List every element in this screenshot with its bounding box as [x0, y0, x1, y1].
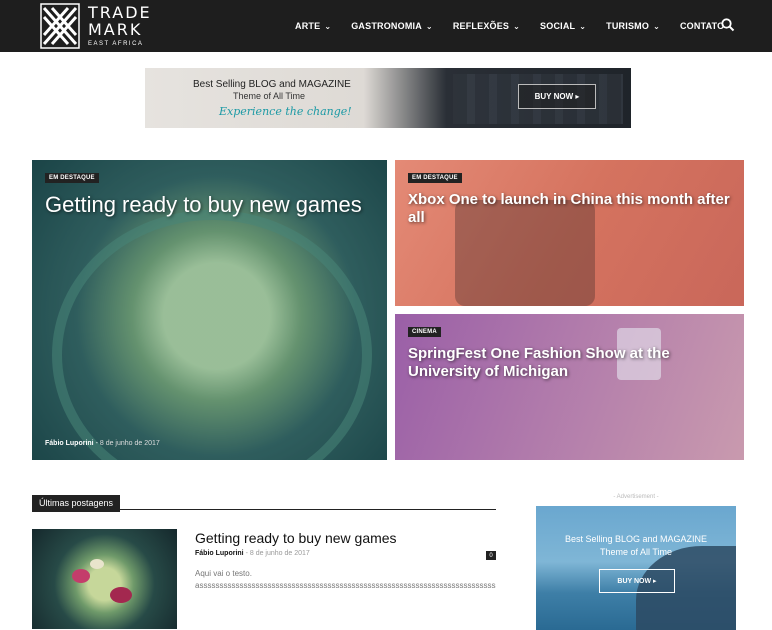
- chevron-down-icon: ⌄: [425, 21, 433, 31]
- block-title: Últimas postagens: [32, 495, 121, 512]
- post-meta: Fábio Luporini - 8 de junho de 2017: [195, 550, 310, 557]
- featured-title[interactable]: Xbox One to launch in China this month a…: [408, 191, 738, 227]
- featured-post-bottom-right[interactable]: CINEMA SpringFest One Fashion Show at th…: [395, 314, 744, 460]
- nav-label: TURISMO: [606, 21, 650, 31]
- chevron-down-icon: ⌄: [579, 21, 587, 31]
- thumb-detail: [72, 569, 90, 583]
- thumb-detail: [90, 559, 104, 569]
- logo-wordmark: TRADE MARK EAST AFRICA: [88, 3, 152, 48]
- excerpt-line: asssssssssssssssssssssssssssssssssssssss…: [195, 581, 496, 590]
- site-logo[interactable]: TRADE MARK EAST AFRICA: [40, 3, 152, 49]
- top-ad-banner[interactable]: Best Selling BLOG and MAGAZINE Theme of …: [145, 68, 631, 128]
- nav-item-turismo[interactable]: TURISMO ⌄: [606, 21, 660, 31]
- featured-post-top-right[interactable]: EM DESTAQUE Xbox One to launch in China …: [395, 160, 744, 306]
- excerpt-line: Aqui vai o testo.: [195, 569, 252, 578]
- nav-item-arte[interactable]: ARTE ⌄: [295, 21, 331, 31]
- latest-posts-header: Últimas postagens: [32, 493, 496, 512]
- ad-headline: Best Selling BLOG and MAGAZINE: [564, 534, 708, 544]
- category-badge[interactable]: EM DESTAQUE: [45, 173, 99, 183]
- nav-item-reflexoes[interactable]: REFLEXÕES ⌄: [453, 21, 520, 31]
- chevron-down-icon: ⌄: [653, 21, 660, 31]
- advertisement-label: - Advertisement -: [613, 494, 659, 500]
- thumb-detail: [110, 587, 132, 603]
- featured-image-plate: [52, 210, 372, 460]
- logo-line-trade: TRADE: [88, 3, 152, 22]
- chevron-down-icon: ⌄: [513, 21, 521, 31]
- logo-mark-icon: [40, 3, 80, 49]
- nav-label: SOCIAL: [540, 21, 576, 31]
- ad-subline: Theme of All Time: [599, 547, 673, 557]
- banner-slogan: Experience the change!: [219, 105, 352, 118]
- post-author[interactable]: Fábio Luporini: [195, 550, 244, 557]
- comment-count-badge[interactable]: 0: [486, 551, 496, 560]
- site-header: TRADE MARK EAST AFRICA ARTE ⌄ GASTRONOMI…: [0, 0, 772, 52]
- category-badge[interactable]: EM DESTAQUE: [408, 173, 462, 183]
- featured-post-large[interactable]: EM DESTAQUE Getting ready to buy new gam…: [32, 160, 387, 460]
- logo-line-mark: MARK: [88, 20, 143, 39]
- main-nav: ARTE ⌄ GASTRONOMIA ⌄ REFLEXÕES ⌄ SOCIAL …: [295, 0, 744, 52]
- meta-separator: -: [95, 440, 98, 447]
- category-badge[interactable]: CINEMA: [408, 327, 441, 337]
- search-button[interactable]: [720, 17, 736, 33]
- post-date: 8 de junho de 2017: [249, 550, 310, 557]
- featured-meta: Fábio Luporini - 8 de junho de 2017: [45, 440, 160, 447]
- ad-buy-now-button[interactable]: BUY NOW ▸: [599, 569, 675, 593]
- post-title[interactable]: Getting ready to buy new games: [195, 530, 397, 546]
- post-excerpt: Aqui vai o testo. asssssssssssssssssssss…: [195, 568, 496, 592]
- banner-buy-now-button[interactable]: BUY NOW ▸: [518, 84, 596, 109]
- nav-label: ARTE: [295, 21, 321, 31]
- featured-title[interactable]: SpringFest One Fashion Show at the Unive…: [408, 345, 738, 381]
- post-author[interactable]: Fábio Luporini: [45, 440, 94, 447]
- post-thumbnail[interactable]: [32, 529, 177, 629]
- nav-item-gastronomia[interactable]: GASTRONOMIA ⌄: [351, 21, 433, 31]
- search-icon: [721, 18, 735, 32]
- nav-label: GASTRONOMIA: [351, 21, 422, 31]
- featured-title[interactable]: Getting ready to buy new games: [45, 192, 380, 218]
- banner-headline: Best Selling BLOG and MAGAZINE: [193, 79, 351, 90]
- post-date: 8 de junho de 2017: [99, 440, 160, 447]
- nav-item-social[interactable]: SOCIAL ⌄: [540, 21, 586, 31]
- sidebar-ad-banner[interactable]: Best Selling BLOG and MAGAZINE Theme of …: [536, 506, 736, 630]
- chevron-down-icon: ⌄: [324, 21, 332, 31]
- nav-label: CONTATO: [679, 21, 725, 31]
- logo-line-tagline: EAST AFRICA: [88, 41, 144, 47]
- banner-subline: Theme of All Time: [233, 91, 306, 101]
- nav-item-contato[interactable]: CONTATO: [680, 21, 724, 31]
- meta-separator: -: [245, 550, 248, 557]
- nav-label: REFLEXÕES: [452, 21, 510, 31]
